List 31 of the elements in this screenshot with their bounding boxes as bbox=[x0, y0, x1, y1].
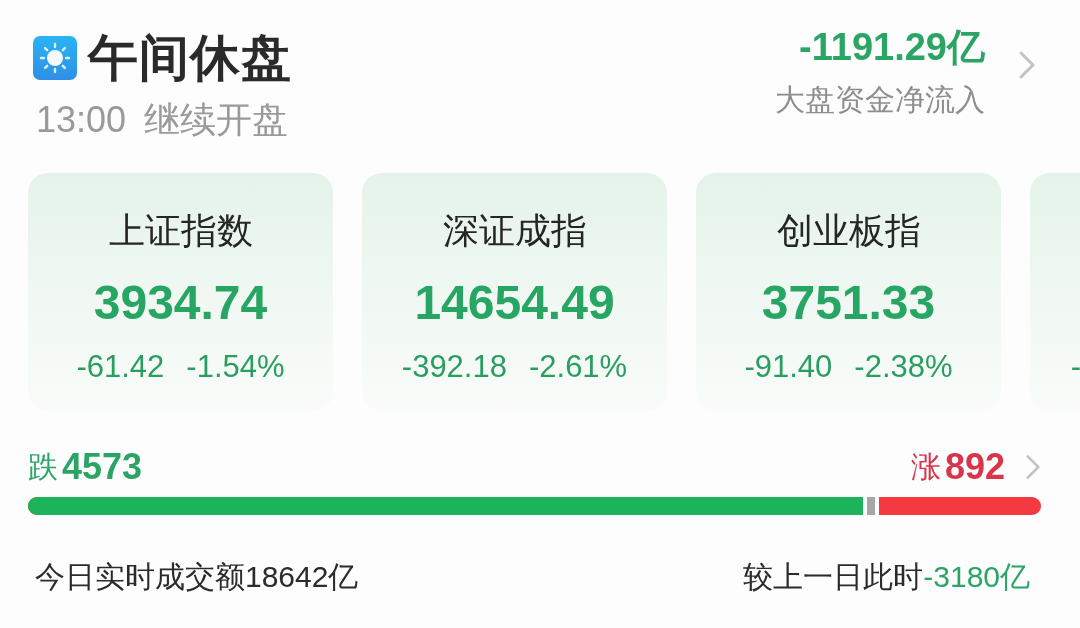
index-name: 创业板指 bbox=[776, 209, 921, 253]
turnover-text: 今日实时成交额18642亿 bbox=[35, 559, 359, 595]
index-card[interactable]: 上证指数 3934.74 -61.42 -1.54% bbox=[28, 173, 333, 411]
index-change: -392.18 bbox=[401, 349, 507, 385]
index-value: 3751.33 bbox=[761, 275, 936, 331]
index-change: - bbox=[1070, 349, 1080, 385]
net-flow-value: -1191.29亿 bbox=[799, 26, 985, 68]
decliners-count: 4573 bbox=[62, 447, 143, 487]
compare-label: 较上一日此时 bbox=[743, 559, 924, 595]
index-card[interactable]: 深证成指 14654.49 -392.18 -2.61% bbox=[362, 173, 667, 411]
index-change-percent: -2.38% bbox=[854, 349, 953, 385]
index-change: -91.40 bbox=[744, 349, 833, 385]
index-change-percent: -2.61% bbox=[528, 349, 628, 385]
index-change: -61.42 bbox=[76, 349, 165, 385]
index-card[interactable]: 创业板指 3751.33 -91.40 -2.38% bbox=[696, 173, 1001, 411]
decliners-label: 跌 bbox=[28, 449, 58, 485]
sun-icon bbox=[33, 36, 77, 80]
index-name: 深证成指 bbox=[442, 209, 587, 253]
advancers-label: 涨 bbox=[910, 449, 941, 485]
index-name: 上证指数 bbox=[108, 209, 253, 253]
index-value: 14654.49 bbox=[414, 275, 615, 331]
index-value: 3934.74 bbox=[93, 275, 268, 331]
chevron-right-icon[interactable] bbox=[1018, 50, 1036, 80]
index-change-percent: -1.54% bbox=[186, 349, 285, 385]
advancers-count: 892 bbox=[944, 447, 1005, 487]
chevron-right-icon[interactable] bbox=[1025, 453, 1041, 481]
net-flow-label: 大盘资金净流入 bbox=[775, 82, 985, 118]
status-title: 午间休盘 bbox=[88, 31, 292, 85]
compare-value: -3180亿 bbox=[923, 559, 1030, 595]
resume-label: 继续开盘 bbox=[144, 99, 289, 141]
resume-time: 13:00 bbox=[36, 99, 127, 141]
